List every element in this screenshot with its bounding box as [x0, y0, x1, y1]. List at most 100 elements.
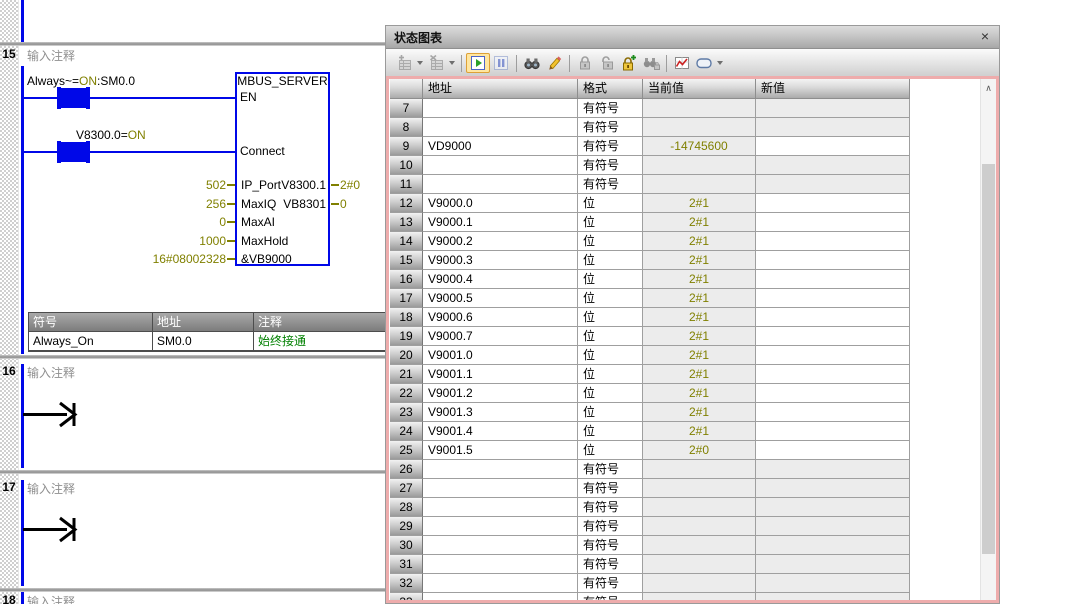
row-number-cell[interactable]: 17 [390, 289, 423, 308]
row-number-cell[interactable]: 31 [390, 555, 423, 574]
format-cell[interactable]: 位 [578, 232, 643, 251]
pin-input-value[interactable]: 0 [140, 215, 226, 229]
format-cell[interactable]: 位 [578, 403, 643, 422]
pin-input-value[interactable]: 16#08002328 [140, 252, 226, 266]
end-arrow-network16[interactable] [20, 396, 80, 434]
chart-status-play-icon[interactable] [466, 53, 490, 73]
format-cell[interactable]: 位 [578, 251, 643, 270]
address-cell[interactable]: V9000.1 [423, 213, 578, 232]
symbol-cell[interactable]: Always_On [29, 332, 153, 350]
insert-row-dropdown-icon[interactable] [415, 53, 425, 73]
close-icon[interactable]: × [977, 28, 993, 44]
address-cell[interactable]: V9001.4 [423, 422, 578, 441]
format-cell[interactable]: 位 [578, 441, 643, 460]
contact-energized-fill[interactable] [61, 142, 86, 162]
contact-energized-fill[interactable] [61, 88, 86, 108]
address-cell[interactable]: V9000.6 [423, 308, 578, 327]
force-icon[interactable] [574, 53, 596, 73]
address-cell[interactable] [423, 498, 578, 517]
new-value-cell[interactable] [756, 327, 910, 346]
contact-label-v8300[interactable]: V8300.0=ON [76, 128, 146, 142]
address-cell[interactable]: VD9000 [423, 137, 578, 156]
format-cell[interactable]: 有符号 [578, 118, 643, 137]
row-number-cell[interactable]: 20 [390, 346, 423, 365]
new-value-cell[interactable] [756, 99, 910, 118]
address-cell[interactable] [423, 460, 578, 479]
address-cell[interactable] [423, 555, 578, 574]
format-cell[interactable]: 位 [578, 365, 643, 384]
insert-row-icon[interactable] [393, 53, 415, 73]
row-number-cell[interactable]: 24 [390, 422, 423, 441]
new-value-cell[interactable] [756, 156, 910, 175]
format-cell[interactable]: 位 [578, 308, 643, 327]
row-number-cell[interactable]: 12 [390, 194, 423, 213]
new-value-cell[interactable] [756, 251, 910, 270]
new-value-cell[interactable] [756, 384, 910, 403]
new-value-cell[interactable] [756, 270, 910, 289]
row-number-cell[interactable]: 16 [390, 270, 423, 289]
write-all-icon[interactable] [543, 53, 565, 73]
address-cell[interactable]: V9001.2 [423, 384, 578, 403]
address-column-header[interactable]: 地址 [423, 79, 578, 99]
address-cell[interactable] [423, 118, 578, 137]
new-value-cell[interactable] [756, 460, 910, 479]
format-cell[interactable]: 位 [578, 270, 643, 289]
new-value-cell[interactable] [756, 593, 910, 603]
new-value-cell[interactable] [756, 194, 910, 213]
pin-input-value[interactable]: 1000 [140, 234, 226, 248]
row-number-cell[interactable]: 13 [390, 213, 423, 232]
new-value-cell[interactable] [756, 574, 910, 593]
new-value-cell[interactable] [756, 289, 910, 308]
address-cell[interactable]: V9001.5 [423, 441, 578, 460]
format-column-header[interactable]: 格式 [578, 79, 643, 99]
address-cell[interactable] [423, 517, 578, 536]
new-value-cell[interactable] [756, 365, 910, 384]
status-chart-titlebar[interactable]: 状态图表 × [386, 26, 999, 49]
address-cell[interactable] [423, 156, 578, 175]
format-cell[interactable]: 有符号 [578, 498, 643, 517]
address-cell[interactable]: V9001.1 [423, 365, 578, 384]
row-number-cell[interactable]: 23 [390, 403, 423, 422]
new-value-cell[interactable] [756, 403, 910, 422]
new-value-cell[interactable] [756, 422, 910, 441]
trend-view-icon[interactable] [671, 53, 693, 73]
row-number-cell[interactable]: 30 [390, 536, 423, 555]
delete-row-dropdown-icon[interactable] [447, 53, 457, 73]
format-cell[interactable]: 位 [578, 384, 643, 403]
row-number-cell[interactable]: 32 [390, 574, 423, 593]
chart-status-pause-icon[interactable] [490, 53, 512, 73]
new-value-cell[interactable] [756, 308, 910, 327]
address-tag-dropdown-icon[interactable] [715, 53, 725, 73]
pin-output-operand[interactable]: VB8301 [240, 197, 326, 211]
address-cell[interactable] [423, 479, 578, 498]
address-cell[interactable]: V9000.5 [423, 289, 578, 308]
new-value-cell[interactable] [756, 118, 910, 137]
address-cell[interactable]: V9000.4 [423, 270, 578, 289]
force-add-icon[interactable] [618, 53, 640, 73]
vertical-scrollbar[interactable]: ∧ [980, 79, 996, 600]
format-cell[interactable]: 有符号 [578, 460, 643, 479]
row-number-cell[interactable]: 7 [390, 99, 423, 118]
end-arrow-network17[interactable] [20, 511, 80, 549]
scrollbar-up-icon[interactable]: ∧ [981, 81, 996, 95]
new-value-cell[interactable] [756, 137, 910, 156]
new-value-cell[interactable] [756, 346, 910, 365]
row-number-cell[interactable]: 33 [390, 593, 423, 603]
new-value-cell[interactable] [756, 479, 910, 498]
address-cell[interactable] [423, 593, 578, 603]
format-cell[interactable]: 位 [578, 422, 643, 441]
format-cell[interactable]: 有符号 [578, 175, 643, 194]
row-number-cell[interactable]: 21 [390, 365, 423, 384]
format-cell[interactable]: 有符号 [578, 156, 643, 175]
pin-output-operand[interactable]: V8300.1 [240, 178, 326, 192]
row-number-cell[interactable]: 28 [390, 498, 423, 517]
delete-row-icon[interactable] [425, 53, 447, 73]
row-number-cell[interactable]: 8 [390, 118, 423, 137]
format-cell[interactable]: 有符号 [578, 593, 643, 603]
contact-label-always-on[interactable]: Always~=ON:SM0.0 [27, 74, 135, 88]
unforce-icon[interactable] [596, 53, 618, 73]
network-17-comment[interactable]: 输入注释 [27, 480, 75, 497]
row-number-cell[interactable]: 29 [390, 517, 423, 536]
format-cell[interactable]: 有符号 [578, 99, 643, 118]
format-cell[interactable]: 有符号 [578, 479, 643, 498]
